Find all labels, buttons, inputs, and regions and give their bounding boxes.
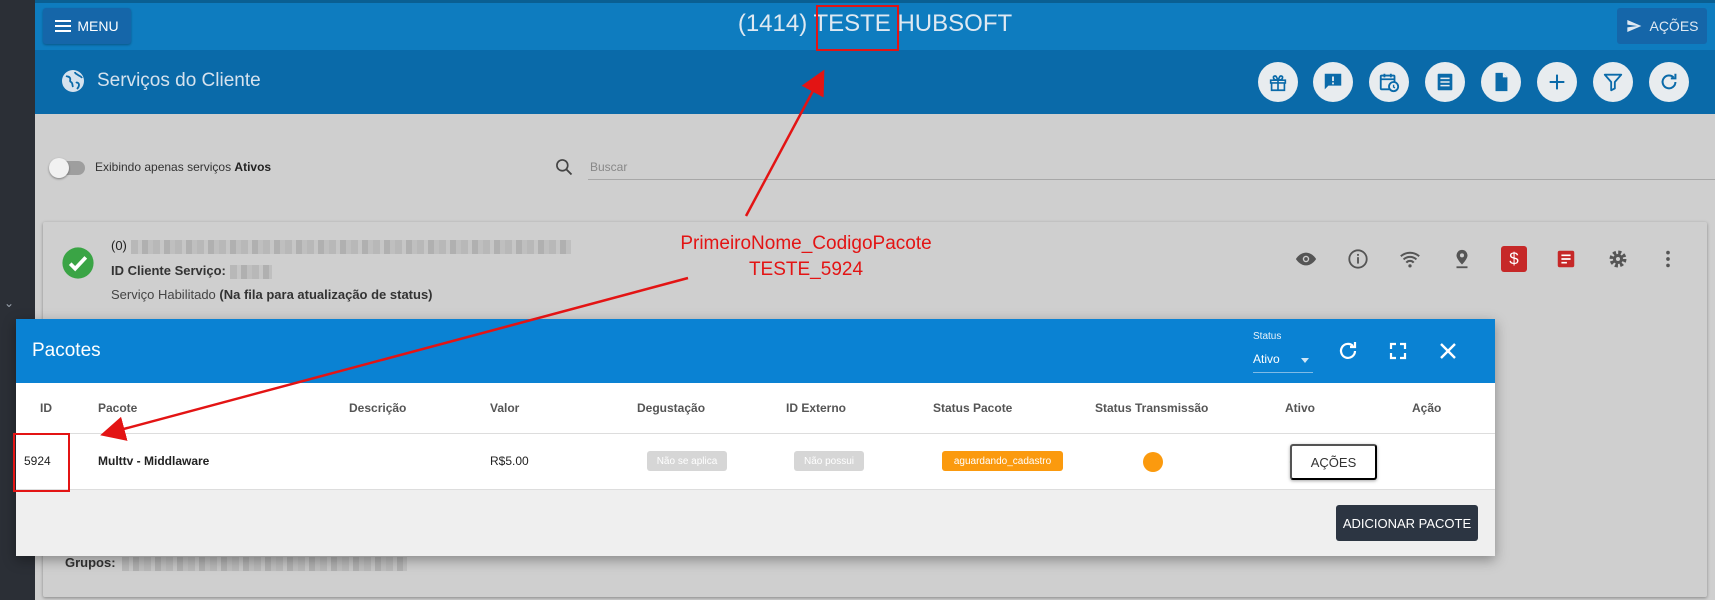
status-label: Status [1253,331,1282,342]
service-id: ID Cliente Serviço: [111,263,272,279]
packages-modal: Pacotes Status Ativo ID Pacote Descrição… [16,319,1495,556]
modal-header: Pacotes Status Ativo [16,319,1495,383]
column-header: Status Transmissão [1095,401,1209,415]
schedule-icon [1379,73,1400,93]
status-select[interactable]: Ativo [1253,352,1313,373]
service-status: Serviço Habilitado (Na fila para atualiz… [111,287,433,302]
actions-button[interactable]: AÇÕES [1617,8,1707,44]
view-button[interactable] [1293,246,1319,272]
package-name: Multtv - Middlaware [98,454,210,468]
column-header: Ativo [1285,401,1315,415]
info-icon [1348,249,1368,269]
billing-button[interactable]: $ [1501,246,1527,272]
close-icon[interactable] [1436,339,1460,363]
settings-icon [1609,250,1627,268]
add-icon [1549,74,1565,90]
schedule-button[interactable] [1369,62,1409,102]
groups-line: Grupos: [65,555,407,571]
package-id: 5924 [24,454,51,468]
column-header: ID Externo [786,401,847,415]
feedback-icon [1324,73,1342,90]
wifi-icon [1400,251,1420,268]
billing-icon: $ [1509,249,1519,268]
list-button[interactable] [1425,62,1465,102]
modal-title: Pacotes [32,340,101,361]
more-vert-icon [1666,250,1670,268]
toggle-label-bold: Ativos [234,160,272,174]
filter-icon [1603,73,1623,92]
service-name: (0) [111,238,571,254]
location-icon [1456,249,1468,269]
refresh-icon[interactable] [1336,339,1360,363]
document-button[interactable] [1481,62,1521,102]
section-title: Serviços do Cliente [97,70,261,91]
top-bar: MENU (1414) TESTE HUBSOFT AÇÕES [35,0,1715,50]
chevron-down-icon[interactable]: ⌄ [4,296,14,310]
filter-button[interactable] [1593,62,1633,102]
row-actions-button[interactable]: AÇÕES [1290,444,1377,480]
redacted-text [229,264,272,279]
redacted-text [121,556,407,571]
search-input[interactable] [588,155,1715,180]
column-header: Degustação [637,401,706,415]
more-button[interactable] [1655,246,1681,272]
dropdown-caret-icon [1301,358,1309,363]
check-circle-icon [62,247,94,279]
redacted-text [130,239,571,254]
column-header: Status Pacote [933,401,1013,415]
table-header: ID Pacote Descrição Valor Degustação ID … [16,383,1495,434]
location-button[interactable] [1449,246,1475,272]
column-header: Descrição [349,401,407,415]
settings-button[interactable] [1605,246,1631,272]
page-title: (1414) TESTE HUBSOFT [737,10,1013,37]
active-only-toggle[interactable] [49,158,85,178]
package-value: R$5.00 [490,454,529,468]
service-status-bold: (Na fila para atualização de status) [219,287,433,302]
wifi-button[interactable] [1397,246,1423,272]
document-icon [1495,72,1508,92]
external-id-badge: Não possui [794,451,864,471]
info-button[interactable] [1345,246,1371,272]
feedback-button[interactable] [1313,62,1353,102]
send-icon [1627,20,1642,32]
tasting-badge: Não se aplica [647,451,727,471]
notes-button[interactable] [1553,246,1579,272]
column-header: ID [40,401,52,415]
globe-icon [62,70,84,92]
annotation-label: TESTE_5924 [748,259,864,280]
fullscreen-icon[interactable] [1386,339,1410,363]
notes-icon [1557,250,1575,268]
list-icon [1437,73,1453,91]
status-value: Ativo [1253,352,1280,366]
actions-label: AÇÕES [1649,18,1699,34]
table-row: 5924 Multtv - Middlaware R$5.00 Não se a… [16,434,1495,490]
annotation-label: PrimeiroNome_CodigoPacote [680,233,932,254]
add-package-button[interactable]: ADICIONAR PACOTE [1336,505,1478,541]
eye-icon [1295,252,1317,266]
refresh-button[interactable] [1649,62,1689,102]
column-header: Pacote [98,401,138,415]
column-header: Valor [490,401,520,415]
section-header: Serviços do Cliente [35,50,1715,114]
search-icon [556,159,573,176]
tab-strip [35,0,1715,3]
package-status-badge: aguardando_cadastro [942,451,1063,471]
add-button[interactable] [1537,62,1577,102]
refresh-icon [1661,73,1677,90]
gift-icon [1269,75,1287,92]
column-header: Ação [1412,401,1442,415]
gift-button[interactable] [1258,62,1298,102]
toggle-label: Exibindo apenas serviços Ativos [95,160,272,174]
transmission-status-dot [1143,452,1163,472]
